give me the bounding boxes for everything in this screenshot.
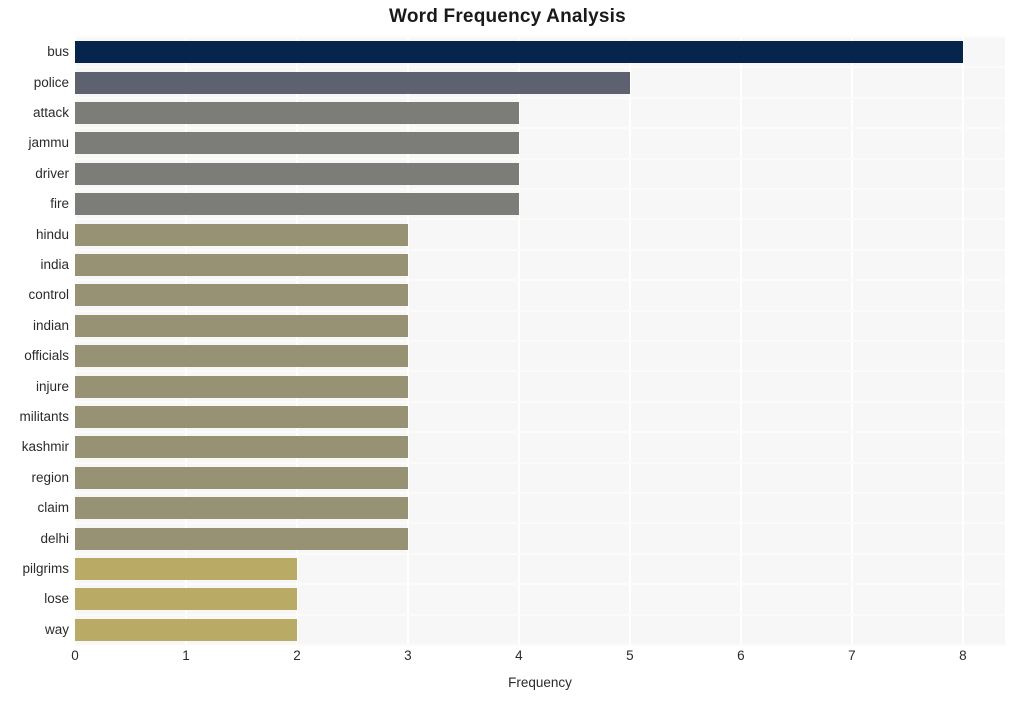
y-axis-tick-label: indian	[32, 317, 69, 333]
bar	[75, 618, 297, 641]
x-axis-tick-label: 4	[515, 648, 523, 663]
y-axis-tick-label: way	[44, 621, 69, 637]
y-axis-tick-label: driver	[35, 165, 69, 181]
x-axis-tick-label: 0	[71, 648, 79, 663]
y-axis-tick-label: delhi	[40, 530, 69, 546]
bar	[75, 41, 963, 64]
bar	[75, 497, 408, 520]
bar	[75, 345, 408, 368]
chart-title: Word Frequency Analysis	[389, 6, 626, 27]
bar	[75, 436, 408, 459]
y-axis-tick-label: hindu	[35, 226, 69, 242]
x-axis-tick-label: 3	[404, 648, 412, 663]
y-axis-tick-label: militants	[19, 409, 69, 424]
y-axis-tick-label: attack	[32, 105, 69, 120]
bar	[75, 466, 408, 489]
y-axis-tick-label: pilgrims	[22, 561, 69, 576]
y-axis-tick-label: claim	[37, 500, 69, 516]
bar	[75, 527, 408, 550]
y-axis-tick-label: fire	[50, 196, 69, 212]
bar	[75, 406, 408, 428]
bar	[75, 284, 408, 307]
bar	[75, 223, 408, 246]
x-axis-tick-label: 2	[293, 648, 301, 663]
bar	[75, 162, 519, 185]
y-axis-tick-label: kashmir	[21, 439, 69, 455]
y-axis-tick-label: police	[33, 74, 69, 90]
x-axis-tick-labels: 0 1 2 3 4 5 6 7 8	[0, 648, 1015, 672]
x-axis-tick-label: 7	[848, 648, 856, 663]
bar	[75, 314, 408, 337]
x-axis-tick-label: 5	[626, 648, 634, 663]
word-frequency-chart: Word Frequency Analysis bus police attack j…	[0, 0, 1015, 701]
y-axis-tick-label: bus	[47, 44, 69, 60]
x-axis-title: Frequency	[508, 675, 572, 690]
y-axis-tick-label: officials	[24, 348, 69, 364]
plot-area	[74, 36, 1005, 646]
bar	[75, 375, 408, 398]
y-axis-tick-label: control	[28, 287, 69, 303]
bar	[75, 254, 408, 276]
y-axis-tick-label: injure	[35, 378, 69, 394]
x-axis-tick-label: 1	[182, 648, 190, 663]
bar	[75, 558, 297, 580]
x-axis-tick-label: 8	[959, 648, 967, 663]
y-axis-tick-label: lose	[44, 591, 69, 607]
bar	[75, 193, 519, 216]
bar	[75, 71, 630, 94]
y-axis-tick-label: india	[40, 257, 69, 272]
y-axis-tick-label: region	[31, 469, 69, 485]
bar	[75, 102, 519, 124]
y-axis-tick-labels: bus police attack jammu driver fire hindu india…	[0, 37, 69, 645]
bar-series	[75, 37, 1005, 645]
y-axis-tick-label: jammu	[28, 135, 69, 151]
bar	[75, 588, 297, 611]
bar	[75, 132, 519, 155]
x-axis-tick-label: 6	[737, 648, 745, 663]
